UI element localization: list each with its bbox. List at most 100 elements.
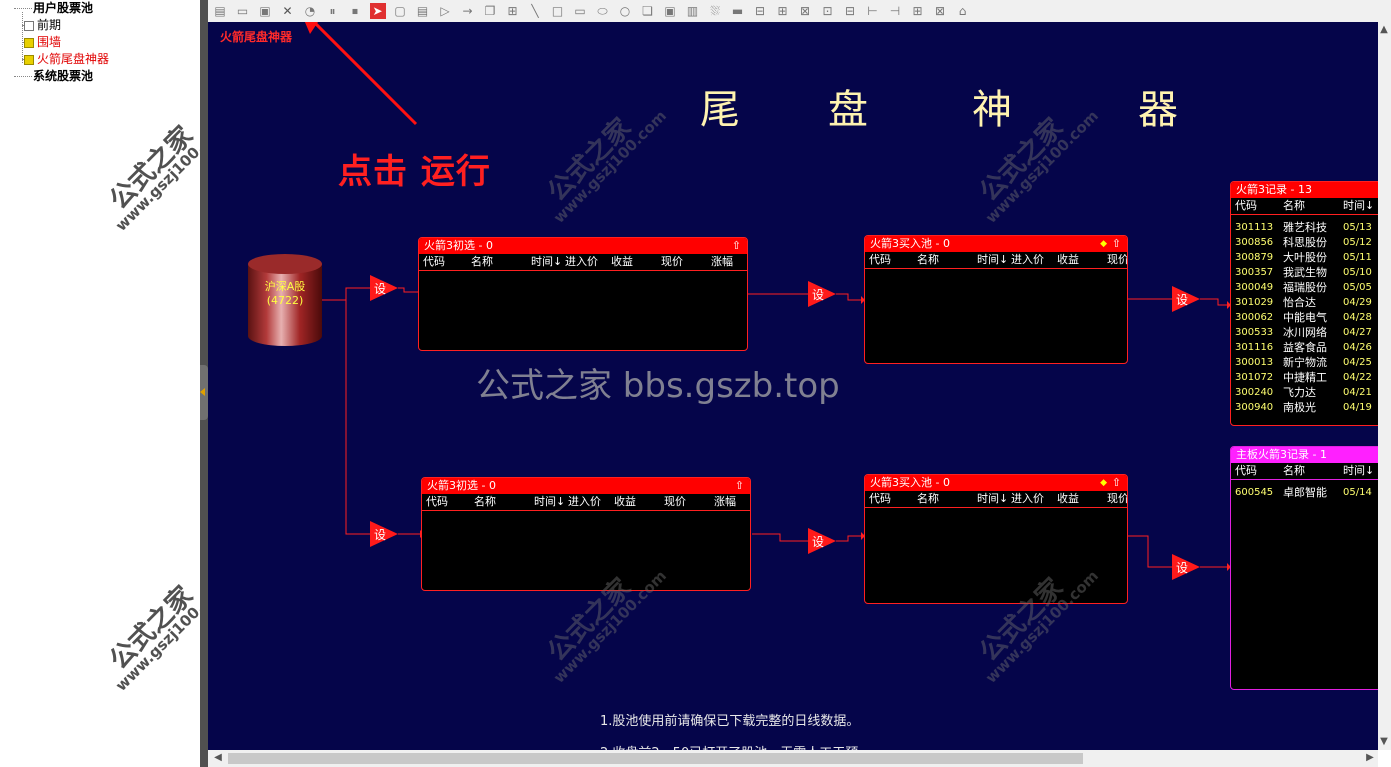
- collapse-arrow-icon[interactable]: [200, 388, 205, 396]
- round-icon[interactable]: ▭: [572, 3, 588, 19]
- panel-title: 主板火箭3记录 - 1: [1236, 448, 1327, 461]
- column-header[interactable]: 收益: [1057, 491, 1079, 507]
- delete-icon[interactable]: ✕: [280, 3, 296, 19]
- column-header[interactable]: 名称: [1283, 463, 1305, 479]
- align3-icon[interactable]: ⊠: [797, 3, 813, 19]
- tree-item-weiqiang[interactable]: 围墙: [24, 34, 61, 50]
- collapse-up-icon[interactable]: ⇧: [735, 478, 744, 494]
- scroll-left-icon[interactable]: ◀: [212, 752, 224, 764]
- column-header[interactable]: 收益: [611, 254, 633, 270]
- column-header[interactable]: 名称: [917, 491, 939, 507]
- panel-buy-top[interactable]: 火箭3买入池 - 0 ◆ ⇧ 代码 名称 时间↓ 进入价 收益 现价: [864, 235, 1128, 364]
- space-icon[interactable]: ⊢: [865, 3, 881, 19]
- column-header[interactable]: 进入价: [1011, 491, 1044, 507]
- trash-icon[interactable]: ▥: [685, 3, 701, 19]
- panel-record-bottom[interactable]: 主板火箭3记录 - 1 代码 名称 时间↓ 600545 卓郎智能 05/14: [1230, 446, 1378, 690]
- run-icon[interactable]: ◔: [302, 3, 318, 19]
- record-name: 益客食品: [1283, 341, 1327, 354]
- pointer-icon[interactable]: ➤: [369, 3, 386, 19]
- collapse-up-icon[interactable]: ⇧: [1112, 475, 1121, 491]
- record-time: 05/11: [1343, 252, 1372, 263]
- tree-item-rocket[interactable]: 火箭尾盘神器: [24, 51, 109, 67]
- panel-icon[interactable]: ▤: [415, 3, 431, 19]
- record-code: 301113: [1235, 222, 1274, 233]
- circle-icon[interactable]: ○: [617, 3, 633, 19]
- column-header[interactable]: 涨幅: [711, 254, 733, 270]
- column-header[interactable]: 代码: [869, 491, 891, 507]
- scroll-up-icon[interactable]: ▲: [1378, 24, 1390, 36]
- column-header[interactable]: 现价: [1107, 491, 1127, 507]
- column-header[interactable]: 进入价: [1011, 252, 1044, 268]
- column-header[interactable]: 收益: [1057, 252, 1079, 268]
- align2-icon[interactable]: ⊞: [775, 3, 791, 19]
- tree-node-user-pool[interactable]: 用户股票池: [33, 0, 93, 16]
- tree-item-qianqi[interactable]: 前期: [24, 17, 61, 33]
- square-icon[interactable]: □: [550, 3, 566, 19]
- panel-title: 火箭3初选 - 0: [424, 239, 493, 252]
- tool-icon[interactable]: ⊞: [505, 3, 521, 19]
- stop-icon[interactable]: ⏹: [347, 3, 363, 19]
- column-header[interactable]: 现价: [661, 254, 683, 270]
- arrow-icon[interactable]: →: [460, 3, 476, 19]
- space2-icon[interactable]: ⊣: [887, 3, 903, 19]
- scroll-down-icon[interactable]: ▼: [1378, 736, 1390, 748]
- column-header[interactable]: 代码: [869, 252, 891, 268]
- bar-icon[interactable]: ▬: [730, 3, 746, 19]
- column-header[interactable]: 进入价: [568, 494, 601, 510]
- fill-icon[interactable]: ⛆: [707, 3, 723, 19]
- column-header[interactable]: 涨幅: [714, 494, 736, 510]
- save-icon[interactable]: ▣: [257, 3, 273, 19]
- grid-icon[interactable]: ⌂: [955, 3, 971, 19]
- record-name: 新宁物流: [1283, 356, 1327, 369]
- column-header[interactable]: 时间↓: [531, 254, 562, 270]
- column-header[interactable]: 代码: [426, 494, 448, 510]
- align5-icon[interactable]: ⊟: [842, 3, 858, 19]
- tree-node-system-pool[interactable]: 系统股票池: [33, 68, 93, 84]
- line-icon[interactable]: ╲: [527, 3, 543, 19]
- column-header[interactable]: 时间↓: [977, 491, 1008, 507]
- record-name: 冰川网络: [1283, 326, 1327, 339]
- align-icon[interactable]: ⊟: [752, 3, 768, 19]
- horizontal-scrollbar[interactable]: ◀ ▶: [208, 750, 1378, 767]
- column-header[interactable]: 名称: [1283, 198, 1305, 214]
- record-name: 南极光: [1283, 401, 1316, 414]
- pause-icon[interactable]: ⏸: [325, 3, 341, 19]
- column-header[interactable]: 名称: [471, 254, 493, 270]
- source-database-node[interactable]: 沪深A股 (4722): [248, 254, 322, 346]
- column-header[interactable]: 进入价: [565, 254, 598, 270]
- column-header[interactable]: 时间↓: [534, 494, 565, 510]
- panel-header: 火箭3记录 - 13: [1231, 182, 1378, 198]
- scroll-thumb[interactable]: [228, 753, 1083, 764]
- column-header[interactable]: 代码: [1235, 198, 1257, 214]
- panel-screen-bottom[interactable]: 火箭3初选 - 0 ⇧ 代码 名称 时间↓ 进入价 收益 现价 涨幅: [421, 477, 751, 591]
- panel-record-top[interactable]: 火箭3记录 - 13 代码 名称 时间↓ 301113 雅艺科技 05/13 3008…: [1230, 181, 1378, 426]
- column-header[interactable]: 时间↓: [977, 252, 1008, 268]
- column-header[interactable]: 现价: [664, 494, 686, 510]
- column-header[interactable]: 时间↓: [1343, 463, 1374, 479]
- panel-title: 火箭3初选 - 0: [427, 479, 496, 492]
- column-header[interactable]: 名称: [917, 252, 939, 268]
- column-header[interactable]: 时间↓: [1343, 198, 1374, 214]
- align4-icon[interactable]: ⊡: [820, 3, 836, 19]
- ellipse-icon[interactable]: ⬭: [595, 3, 611, 19]
- size2-icon[interactable]: ⊠: [932, 3, 948, 19]
- new-icon[interactable]: ▤: [212, 3, 228, 19]
- collapse-up-icon[interactable]: ⇧: [1112, 236, 1121, 252]
- collapse-up-icon[interactable]: ⇧: [732, 238, 741, 254]
- column-header[interactable]: 名称: [474, 494, 496, 510]
- column-header[interactable]: 现价: [1107, 252, 1127, 268]
- rect-icon[interactable]: ▢: [392, 3, 408, 19]
- open-icon[interactable]: ▭: [235, 3, 251, 19]
- size-icon[interactable]: ⊞: [910, 3, 926, 19]
- panel-columns: 代码 名称 时间↓ 进入价 收益 现价 涨幅: [419, 254, 747, 271]
- copy-icon[interactable]: ❐: [482, 3, 498, 19]
- column-header[interactable]: 代码: [423, 254, 445, 270]
- scroll-right-icon[interactable]: ▶: [1364, 752, 1376, 764]
- panel-screen-top[interactable]: 火箭3初选 - 0 ⇧ 代码 名称 时间↓ 进入价 收益 现价 涨幅: [418, 237, 748, 351]
- column-header[interactable]: 收益: [614, 494, 636, 510]
- play-icon[interactable]: ▷: [437, 3, 453, 19]
- clip-icon[interactable]: ▣: [662, 3, 678, 19]
- paste-icon[interactable]: ❏: [640, 3, 656, 19]
- vertical-scrollbar[interactable]: ▲ ▼: [1378, 22, 1391, 750]
- column-header[interactable]: 代码: [1235, 463, 1257, 479]
